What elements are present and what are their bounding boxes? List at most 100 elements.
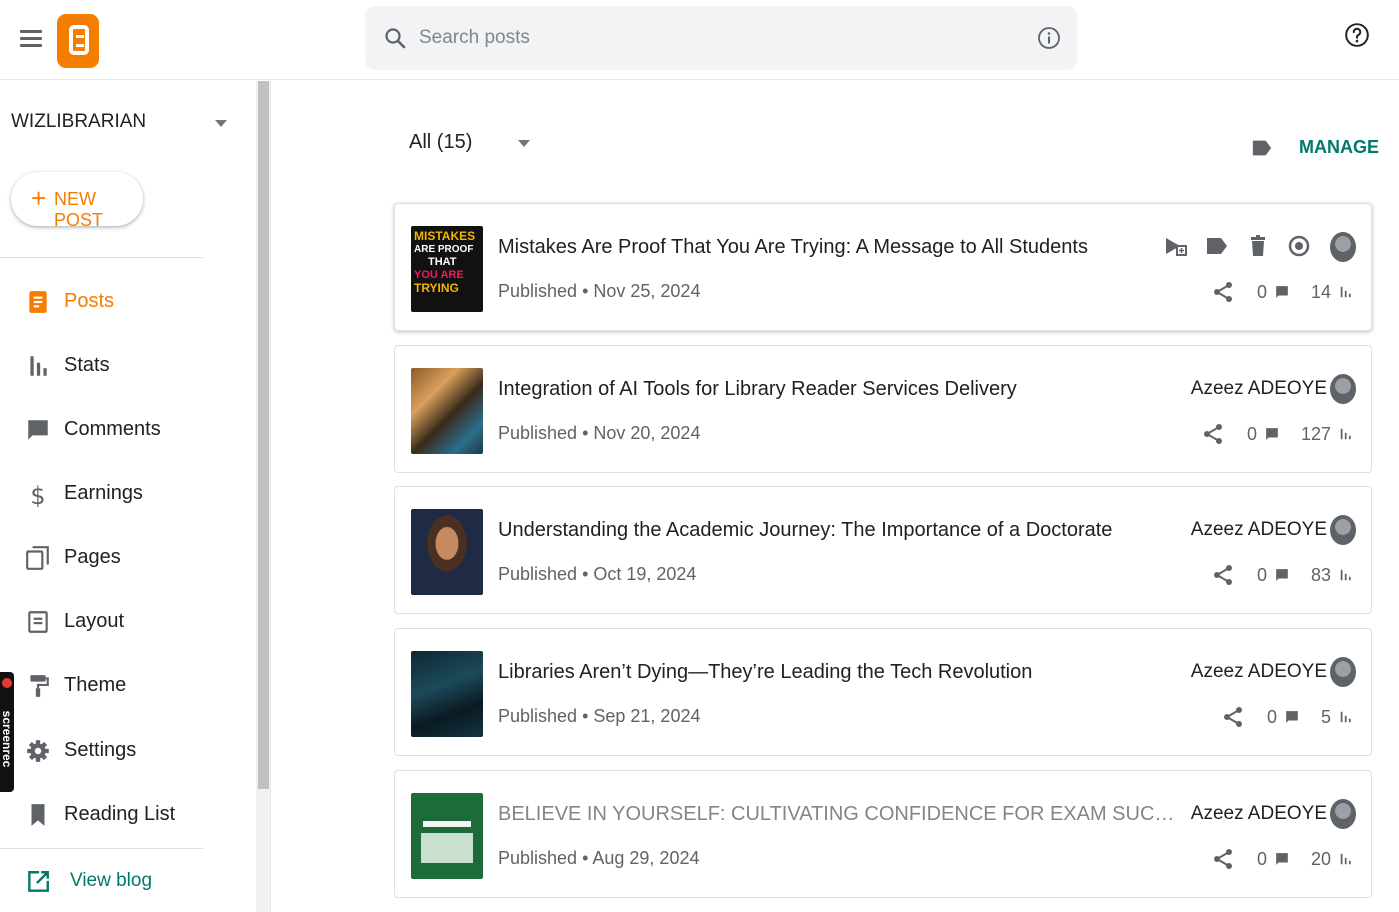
paint-roller-icon — [30, 675, 49, 697]
view-blog-link[interactable]: View blog — [0, 857, 250, 907]
post-title[interactable]: Understanding the Academic Journey: The … — [498, 519, 1112, 542]
divider — [0, 257, 203, 258]
post-date: Sep 21, 2024 — [593, 706, 701, 726]
move-to-folder-icon[interactable] — [1164, 234, 1188, 258]
stats-icon — [1340, 569, 1351, 581]
open-in-new-icon — [28, 871, 49, 892]
post-row[interactable]: Libraries Aren’t Dying—They’re Leading t… — [394, 628, 1372, 756]
chevron-down-icon — [215, 120, 227, 127]
sidebar-item-label: Theme — [64, 674, 127, 696]
menu-icon[interactable] — [18, 26, 44, 52]
svg-text:$: $ — [30, 482, 45, 507]
post-row[interactable]: Understanding the Academic Journey: The … — [394, 486, 1372, 614]
view-count: 5 — [1320, 706, 1331, 727]
post-thumbnail — [411, 793, 483, 879]
thumbnail-text: THAT — [428, 256, 457, 268]
search-bar — [365, 6, 1077, 70]
sidebar-item-label: Comments — [64, 418, 161, 440]
post-title[interactable]: Libraries Aren’t Dying—They’re Leading t… — [498, 661, 1032, 684]
stats-icon — [30, 356, 47, 376]
post-author: Azeez ADEOYE — [1190, 661, 1327, 682]
screenrec-label: screenrec — [0, 710, 14, 768]
share-icon[interactable] — [1211, 847, 1235, 871]
thumbnail-text: MISTAKES — [414, 229, 476, 243]
pages-icon — [26, 546, 49, 570]
post-date: Aug 29, 2024 — [592, 848, 700, 868]
avatar — [1330, 657, 1356, 687]
comment-count: 0 — [1256, 564, 1267, 585]
manage-labels-button[interactable]: MANAGE — [1299, 137, 1379, 158]
sidebar-item-pages[interactable]: Pages — [0, 533, 250, 583]
post-thumbnail — [411, 368, 483, 454]
post-row[interactable]: Integration of AI Tools for Library Read… — [394, 345, 1372, 473]
scrollbar-thumb[interactable] — [258, 81, 269, 789]
stats-icon — [1340, 428, 1351, 440]
view-count: 83 — [1310, 564, 1331, 585]
blog-selector[interactable]: WIZLIBRARIAN — [11, 111, 231, 139]
sidebar-item-stats[interactable]: Stats — [0, 341, 250, 391]
avatar — [1330, 515, 1356, 545]
post-row[interactable]: MISTAKES ARE PROOF THAT YOU ARE TRYING M… — [394, 203, 1372, 331]
search-input[interactable] — [419, 20, 999, 56]
sidebar-item-comments[interactable]: Comments — [0, 405, 250, 455]
sidebar-item-earnings[interactable]: $ Earnings — [0, 469, 250, 519]
eye-icon[interactable] — [1287, 234, 1311, 258]
post-title[interactable]: Integration of AI Tools for Library Read… — [498, 378, 1017, 401]
help-icon[interactable] — [1344, 22, 1370, 48]
share-icon[interactable] — [1211, 280, 1235, 304]
chevron-down-icon — [518, 140, 530, 147]
blog-name: WIZLIBRARIAN — [11, 111, 147, 132]
share-icon[interactable] — [1211, 563, 1235, 587]
post-date: Nov 25, 2024 — [593, 281, 701, 301]
new-post-label: NEW POST — [54, 189, 104, 230]
thumbnail-text: ARE PROOF — [414, 244, 474, 255]
new-post-button[interactable]: + NEW POST — [11, 172, 143, 230]
sidebar-item-theme[interactable]: Theme — [0, 661, 250, 711]
search-icon[interactable] — [383, 26, 407, 50]
screenrec-widget[interactable]: screenrec — [0, 672, 14, 792]
label-icon[interactable] — [1251, 137, 1273, 159]
sidebar: WIZLIBRARIAN + NEW POST Posts Stats Comm… — [0, 81, 256, 912]
stats-icon — [1340, 286, 1351, 298]
post-status: Published — [498, 423, 578, 443]
trash-icon[interactable] — [1246, 234, 1270, 258]
layout-icon — [28, 611, 48, 633]
sidebar-item-settings[interactable]: Settings — [0, 726, 250, 776]
comment-icon — [1276, 286, 1288, 298]
sidebar-item-label: Pages — [64, 546, 121, 568]
post-stats: 0 14 — [1211, 278, 1353, 306]
post-row[interactable]: BELIEVE IN YOURSELF: CULTIVATING CONFIDE… — [394, 770, 1372, 898]
post-actions — [1164, 234, 1311, 258]
post-filter-dropdown[interactable]: All (15) — [409, 131, 549, 161]
share-icon[interactable] — [1221, 705, 1245, 729]
post-title[interactable]: Mistakes Are Proof That You Are Trying: … — [498, 236, 1088, 259]
comments-icon — [28, 420, 48, 440]
sidebar-item-label: Posts — [64, 290, 115, 312]
info-icon[interactable] — [1037, 26, 1061, 50]
sidebar-item-reading-list[interactable]: Reading List — [0, 790, 250, 840]
top-bar — [0, 0, 1399, 80]
post-meta: Published • Nov 20, 2024 — [498, 423, 701, 443]
sidebar-scrollbar[interactable] — [256, 81, 271, 912]
sidebar-item-layout[interactable]: Layout — [0, 597, 250, 647]
comment-icon — [1266, 428, 1278, 440]
comment-count: 0 — [1256, 281, 1267, 302]
post-author: Azeez ADEOYE — [1190, 378, 1327, 399]
blogger-logo[interactable] — [57, 14, 99, 68]
post-thumbnail: MISTAKES ARE PROOF THAT YOU ARE TRYING — [411, 226, 483, 312]
share-icon[interactable] — [1201, 422, 1225, 446]
label-icon[interactable] — [1205, 234, 1229, 258]
post-author: Azeez ADEOYE — [1190, 803, 1327, 824]
sidebar-item-label: Stats — [64, 354, 110, 376]
comment-icon — [1276, 569, 1288, 581]
post-title[interactable]: BELIEVE IN YOURSELF: CULTIVATING CONFIDE… — [498, 803, 1188, 826]
view-count: 14 — [1310, 281, 1331, 302]
gear-icon — [27, 740, 49, 762]
thumbnail-text: TRYING — [414, 281, 459, 295]
comment-icon — [1286, 711, 1298, 723]
post-status: Published — [498, 281, 578, 301]
sidebar-item-label: Layout — [64, 610, 125, 632]
post-stats: 0 5 — [1221, 703, 1353, 731]
view-count: 127 — [1300, 423, 1331, 444]
sidebar-item-posts[interactable]: Posts — [0, 277, 250, 327]
